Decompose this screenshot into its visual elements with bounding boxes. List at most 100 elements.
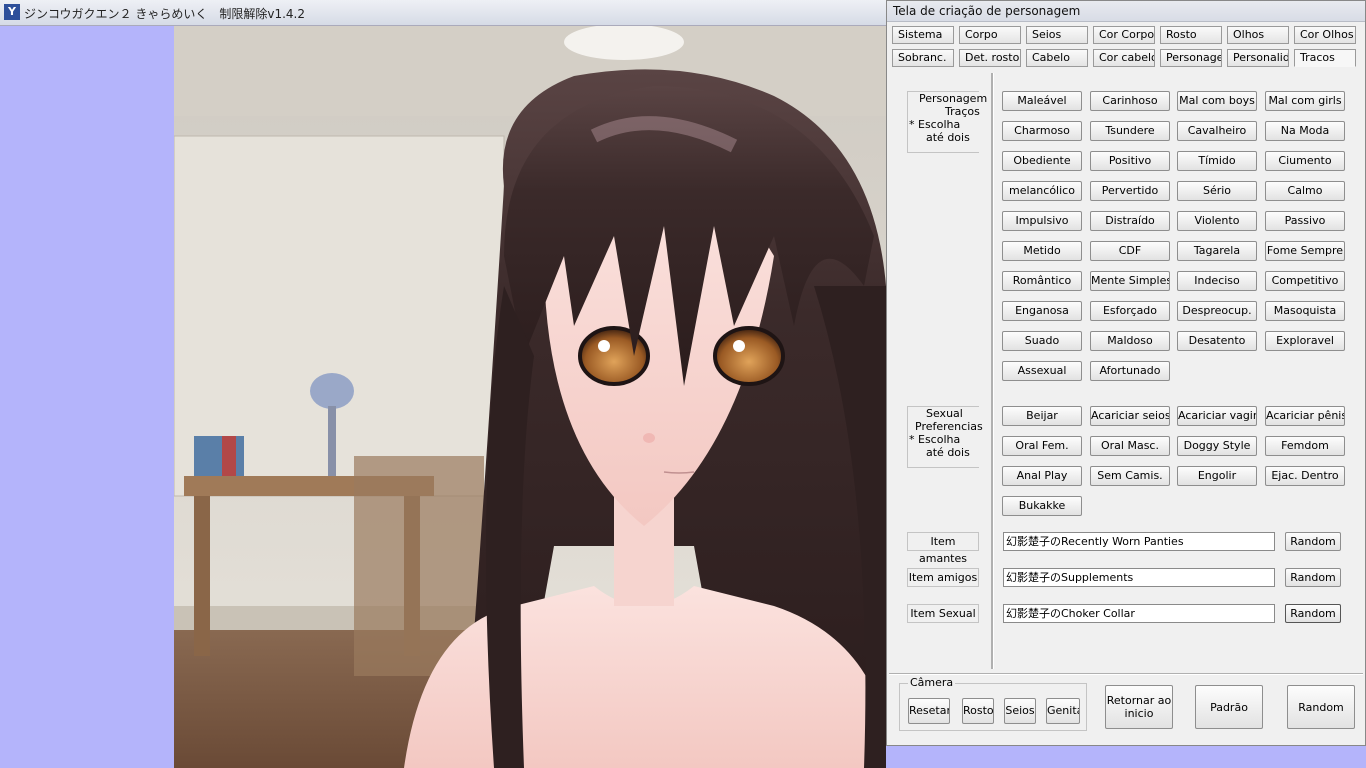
trait-button[interactable]: Ciumento [1265, 151, 1345, 171]
item-amantes-random-button[interactable]: Random [1285, 532, 1341, 551]
tab-det-rosto[interactable]: Det. rosto [959, 49, 1021, 67]
item-amigos-field[interactable]: 幻影楚子のSupplements [1003, 568, 1275, 587]
trait-button[interactable]: Distraído [1090, 211, 1170, 231]
sexual-group-label: Sexual Preferencias * Escolha até dois [907, 406, 983, 468]
trait-button[interactable]: Positivo [1090, 151, 1170, 171]
item-amantes-field[interactable]: 幻影楚子のRecently Worn Panties [1003, 532, 1275, 551]
traits-label-line: Personagem [919, 92, 988, 105]
traits-label-line: até dois [926, 131, 970, 144]
vertical-divider [991, 73, 994, 669]
trait-button[interactable]: Cavalheiro [1177, 121, 1257, 141]
trait-button[interactable]: Sério [1177, 181, 1257, 201]
trait-button[interactable]: Impulsivo [1002, 211, 1082, 231]
tab-olhos[interactable]: Olhos [1227, 26, 1289, 44]
panel-titlebar: Tela de criação de personagem [887, 1, 1365, 22]
panel-title: Tela de criação de personagem [893, 4, 1081, 18]
trait-button[interactable]: Tímido [1177, 151, 1257, 171]
sexual-pref-button[interactable]: Anal Play [1002, 466, 1082, 486]
trait-button[interactable]: Despreocup. [1177, 301, 1257, 321]
trait-button[interactable]: Maldoso [1090, 331, 1170, 351]
tab-corpo[interactable]: Corpo [959, 26, 1021, 44]
trait-button[interactable]: Mente Simples [1090, 271, 1170, 291]
trait-button[interactable]: Esforçado [1090, 301, 1170, 321]
sexual-label-line: Sexual [926, 407, 963, 420]
trait-button[interactable]: Charmoso [1002, 121, 1082, 141]
sexual-pref-button[interactable]: Acariciar seios [1090, 406, 1170, 426]
trait-button[interactable]: Na Moda [1265, 121, 1345, 141]
sexual-pref-button[interactable]: Engolir [1177, 466, 1257, 486]
sexual-pref-button[interactable]: Beijar [1002, 406, 1082, 426]
camera-reset-button[interactable]: Resetar [908, 698, 950, 724]
tab-sobranc[interactable]: Sobranc. [892, 49, 954, 67]
viewport-margin-bottom [886, 746, 1366, 768]
tab-tracos[interactable]: Tracos [1294, 49, 1356, 67]
trait-button[interactable]: Calmo [1265, 181, 1345, 201]
trait-button[interactable]: Carinhoso [1090, 91, 1170, 111]
sexual-pref-button[interactable]: Ejac. Dentro [1265, 466, 1345, 486]
sexual-pref-button[interactable]: Femdom [1265, 436, 1345, 456]
default-button[interactable]: Padrão [1195, 685, 1263, 729]
tab-personagen[interactable]: Personagen [1160, 49, 1222, 67]
game-window-title: ジンコウガクエン２ きゃらめいく 制限解除v1.4.2 [24, 7, 305, 21]
tab-sistema[interactable]: Sistema [892, 26, 954, 44]
traits-label-line: * Escolha [909, 118, 961, 131]
trait-button[interactable]: Enganosa [1002, 301, 1082, 321]
item-amigos-label: Item amigos [907, 568, 979, 587]
character-render [174, 26, 886, 768]
camera-genitals-button[interactable]: Genita [1046, 698, 1080, 724]
trait-button[interactable]: Desatento [1177, 331, 1257, 351]
sexual-label-line: * Escolha [909, 433, 961, 446]
trait-button[interactable]: melancólico [1002, 181, 1082, 201]
sexual-pref-button[interactable]: Sem Camis. [1090, 466, 1170, 486]
sexual-pref-button[interactable]: Bukakke [1002, 496, 1082, 516]
character-viewport[interactable] [174, 26, 886, 768]
return-to-start-button[interactable]: Retornar ao inicio [1105, 685, 1173, 729]
tab-rosto[interactable]: Rosto [1160, 26, 1222, 44]
item-sexual-label: Item Sexual [907, 604, 979, 623]
bottom-separator [889, 673, 1363, 675]
trait-button[interactable]: Tagarela [1177, 241, 1257, 261]
sexual-pref-button[interactable]: Acariciar pênis [1265, 406, 1345, 426]
random-all-button[interactable]: Random [1287, 685, 1355, 729]
sexual-label-line: Preferencias [915, 420, 983, 433]
traits-label-line: Traços [945, 105, 980, 118]
tab-cor-olhos[interactable]: Cor Olhos [1294, 26, 1356, 44]
trait-button[interactable]: Exploravel [1265, 331, 1345, 351]
trait-button[interactable]: Masoquista [1265, 301, 1345, 321]
sexual-pref-button[interactable]: Oral Fem. [1002, 436, 1082, 456]
trait-button[interactable]: Afortunado [1090, 361, 1170, 381]
trait-button[interactable]: Passivo [1265, 211, 1345, 231]
tab-cabelo[interactable]: Cabelo [1026, 49, 1088, 67]
trait-button[interactable]: Maleável [1002, 91, 1082, 111]
camera-face-button[interactable]: Rosto [962, 698, 994, 724]
sexual-pref-button[interactable]: Oral Masc. [1090, 436, 1170, 456]
tab-seios[interactable]: Seios [1026, 26, 1088, 44]
item-sexual-field[interactable]: 幻影楚子のChoker Collar [1003, 604, 1275, 623]
trait-button[interactable]: Suado [1002, 331, 1082, 351]
trait-button[interactable]: Fome Sempre [1265, 241, 1345, 261]
trait-button[interactable]: Competitivo [1265, 271, 1345, 291]
trait-button[interactable]: Assexual [1002, 361, 1082, 381]
tab-cor-corpo[interactable]: Cor Corpo [1093, 26, 1155, 44]
sexual-pref-button[interactable]: Doggy Style [1177, 436, 1257, 456]
trait-button[interactable]: Violento [1177, 211, 1257, 231]
trait-button[interactable]: Mal com boys [1177, 91, 1257, 111]
item-sexual-random-button[interactable]: Random [1285, 604, 1341, 623]
trait-button[interactable]: Metido [1002, 241, 1082, 261]
app-icon: Y [4, 4, 20, 20]
item-amigos-random-button[interactable]: Random [1285, 568, 1341, 587]
tab-personalid[interactable]: Personalid. [1227, 49, 1289, 67]
sexual-pref-button[interactable]: Acariciar vagina [1177, 406, 1257, 426]
trait-button[interactable]: Tsundere [1090, 121, 1170, 141]
tab-cor-cabelo[interactable]: Cor cabelo [1093, 49, 1155, 67]
trait-button[interactable]: Romântico [1002, 271, 1082, 291]
trait-button[interactable]: Obediente [1002, 151, 1082, 171]
camera-breasts-button[interactable]: Seios [1004, 698, 1036, 724]
trait-button[interactable]: Pervertido [1090, 181, 1170, 201]
camera-legend: Câmera [908, 676, 956, 689]
trait-button[interactable]: CDF [1090, 241, 1170, 261]
character-creation-panel: Tela de criação de personagem Sistema Co… [886, 0, 1366, 746]
camera-group: Câmera Resetar Rosto Seios Genita [899, 676, 1087, 731]
trait-button[interactable]: Mal com girls [1265, 91, 1345, 111]
trait-button[interactable]: Indeciso [1177, 271, 1257, 291]
